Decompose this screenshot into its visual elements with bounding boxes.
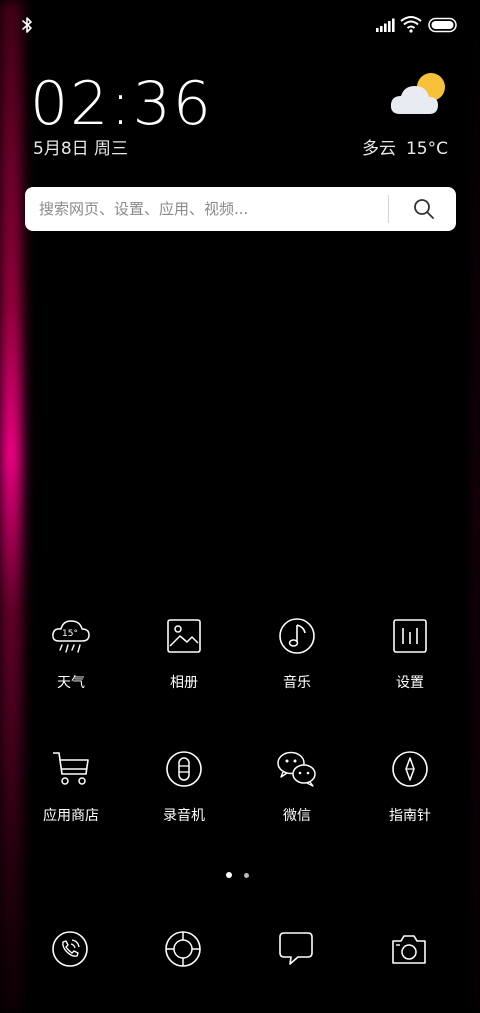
page-dot[interactable] <box>244 872 249 878</box>
app-label: 指南针 <box>389 808 431 824</box>
weather-badge-text: 15° <box>62 629 78 639</box>
wifi-icon <box>400 16 422 33</box>
search-bar[interactable] <box>25 187 456 231</box>
dock-phone[interactable] <box>48 927 92 971</box>
search-icon <box>414 199 434 219</box>
app-label: 录音机 <box>163 808 205 824</box>
app-recorder[interactable]: 录音机 <box>128 747 240 825</box>
clock-time[interactable]: 02:36 <box>30 66 213 142</box>
weather-temperature: 15°C <box>405 139 448 159</box>
recorder-icon <box>166 751 202 787</box>
partly-cloudy-icon[interactable] <box>388 70 450 122</box>
status-bar <box>0 0 480 52</box>
app-weather[interactable]: 15° 天气 <box>15 614 127 692</box>
battery-icon <box>428 17 457 33</box>
app-store-icon <box>53 752 89 785</box>
app-label: 应用商店 <box>43 808 99 824</box>
dock-messages[interactable] <box>274 927 318 971</box>
page-indicator[interactable] <box>226 872 256 880</box>
search-input[interactable] <box>39 187 379 231</box>
app-wechat[interactable]: 微信 <box>241 747 353 825</box>
app-store[interactable]: 应用商店 <box>15 747 127 825</box>
app-label: 相册 <box>170 675 198 691</box>
search-button[interactable] <box>402 193 446 225</box>
weather-condition: 多云 <box>361 139 396 159</box>
camera-icon <box>392 935 426 964</box>
settings-icon <box>393 619 427 653</box>
browser-icon <box>165 931 201 967</box>
app-gallery[interactable]: 相册 <box>128 614 240 692</box>
wechat-icon <box>277 751 316 787</box>
app-label: 设置 <box>396 675 424 691</box>
phone-icon <box>52 931 88 967</box>
compass-icon <box>392 751 428 787</box>
music-icon <box>279 618 315 654</box>
messages-icon <box>279 932 313 965</box>
edge-glow-right <box>472 0 480 1013</box>
edge-glow-left <box>0 0 22 1013</box>
page-dot-active[interactable] <box>226 872 232 878</box>
weather-icon: 15° <box>52 620 90 653</box>
app-compass[interactable]: 指南针 <box>354 747 466 825</box>
search-divider <box>388 195 389 223</box>
dock-browser[interactable] <box>161 927 205 971</box>
signal-icon <box>376 18 395 32</box>
dock-camera[interactable] <box>387 927 431 971</box>
bluetooth-icon <box>22 17 32 33</box>
weather-summary[interactable]: 多云 15°C <box>362 134 448 159</box>
app-label: 微信 <box>283 808 311 824</box>
app-label: 音乐 <box>283 675 311 691</box>
clock-date: 5月8日 周三 <box>33 139 129 159</box>
app-settings[interactable]: 设置 <box>354 614 466 692</box>
app-label: 天气 <box>57 675 85 691</box>
app-music[interactable]: 音乐 <box>241 614 353 692</box>
gallery-icon <box>167 619 201 653</box>
